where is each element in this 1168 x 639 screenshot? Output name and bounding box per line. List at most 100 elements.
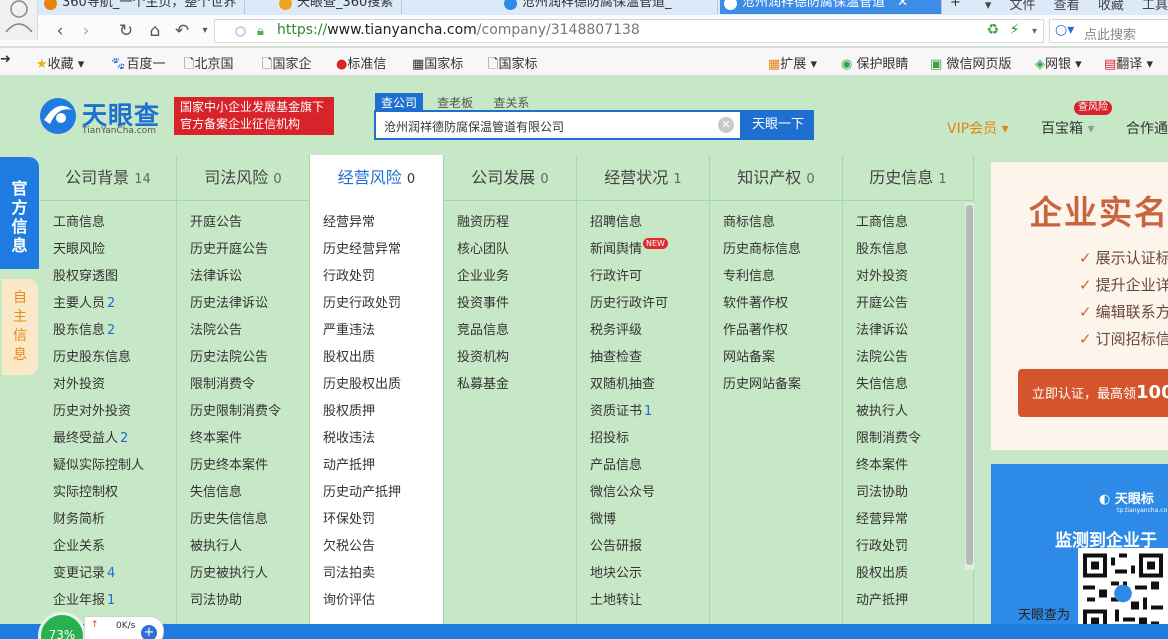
bookmark-item[interactable]: ▦国家标 (412, 53, 463, 72)
menu-item-link[interactable]: 历史股东信息 (53, 344, 176, 371)
menu-item-link[interactable]: 历史经营异常 (323, 236, 443, 263)
menu-item-link[interactable]: 财务简析 (53, 506, 176, 533)
menu-item-link[interactable]: 失信信息 (190, 479, 309, 506)
chevron-down-icon[interactable]: ▾ (985, 0, 992, 13)
menu-item-link[interactable]: 核心团队 (457, 236, 576, 263)
menu-item-link[interactable]: 产品信息 (590, 452, 709, 479)
chevron-down-icon[interactable]: ▾ (1032, 26, 1037, 37)
home-icon[interactable]: ⌂ (145, 21, 165, 41)
menu-item-link[interactable]: 股权质押 (323, 398, 443, 425)
verify-now-button[interactable]: 立即认证，最高领100 (1018, 369, 1168, 417)
menu-item-link[interactable]: 微信公众号 (590, 479, 709, 506)
menu-item-link[interactable]: 竞品信息 (457, 317, 576, 344)
menu-item-link[interactable]: 司法拍卖 (323, 560, 443, 587)
menu-item-link[interactable]: 税收违法 (323, 425, 443, 452)
arrow-right-icon[interactable]: ➜ (0, 52, 11, 67)
menu-view[interactable]: 查看 (1054, 0, 1080, 13)
bookmark-item[interactable]: 🐾︎百度一 (110, 53, 166, 72)
bookmark-eye-care[interactable]: ◉ 保护眼睛 (841, 53, 909, 72)
menu-item-link[interactable]: 新闻舆情 NEW (590, 236, 709, 263)
menu-item-link[interactable]: 历史行政许可 (590, 290, 709, 317)
chevron-down-icon[interactable]: ▾ (195, 21, 215, 41)
menu-item-link[interactable]: 行政处罚 (856, 533, 973, 560)
risk-badge[interactable]: 查风险 (1074, 101, 1112, 115)
undo-icon[interactable]: ↶ (172, 21, 192, 41)
menu-item-link[interactable]: 商标信息 (723, 209, 842, 236)
menu-item-link[interactable]: 终本案件 (190, 425, 309, 452)
add-icon[interactable]: + (141, 625, 157, 639)
menu-item-link[interactable]: 双随机抽查 (590, 371, 709, 398)
menu-item-link[interactable]: 对外投资 (856, 263, 973, 290)
menu-item-link[interactable]: 严重违法 (323, 317, 443, 344)
menu-item-link[interactable]: 抽查检查 (590, 344, 709, 371)
menu-item-link[interactable]: 历史商标信息 (723, 236, 842, 263)
category-header[interactable]: 公司背景 14 (40, 155, 176, 201)
menu-item-link[interactable]: 股权出质 (856, 560, 973, 587)
verification-ad[interactable]: 企业实名 展示认证标 提升企业详 编辑联系方 订阅招标信 立即认证，最高领100 (991, 162, 1168, 450)
clear-icon[interactable]: ✕ (718, 117, 734, 133)
menu-item-link[interactable]: 企业年报 1 (53, 587, 176, 614)
menu-item-link[interactable]: 历史限制消费令 (190, 398, 309, 425)
menu-item-link[interactable]: 企业业务 (457, 263, 576, 290)
menu-item-link[interactable]: 历史行政处罚 (323, 290, 443, 317)
menu-item-link[interactable]: 股东信息 2 (53, 317, 176, 344)
menu-favorites[interactable]: 收藏 (1098, 0, 1124, 13)
menu-item-link[interactable]: 开庭公告 (190, 209, 309, 236)
menu-item-link[interactable]: 工商信息 (856, 209, 973, 236)
bookmark-extensions[interactable]: ▦扩展 ▾ (768, 53, 817, 72)
browser-tab-active[interactable]: 沧州润祥德防腐保温管道 ✕ (720, 0, 942, 14)
category-header[interactable]: 历史信息 1 (843, 155, 973, 201)
menu-item-link[interactable]: 股权出质 (323, 344, 443, 371)
menu-item-link[interactable]: 投资事件 (457, 290, 576, 317)
menu-item-link[interactable]: 司法协助 (190, 587, 309, 614)
menu-item-link[interactable]: 被执行人 (856, 398, 973, 425)
bookmark-item[interactable]: 🗋︎国家标 (488, 53, 537, 75)
address-bar[interactable]: 🔒︎ https://www.tianyancha.com/company/31… (214, 19, 1044, 43)
menu-item-link[interactable]: 变更记录 4 (53, 560, 176, 587)
recycle-icon[interactable]: ♻ (987, 22, 1000, 38)
menu-item-link[interactable]: 土地转让 (590, 587, 709, 614)
menu-item-link[interactable]: 工商信息 (53, 209, 176, 236)
menu-item-link[interactable]: 作品著作权 (723, 317, 842, 344)
user-avatar[interactable] (0, 0, 38, 40)
menu-item-link[interactable]: 司法协助 (856, 479, 973, 506)
menu-item-link[interactable]: 历史网站备案 (723, 371, 842, 398)
menu-item-link[interactable]: 最终受益人 2 (53, 425, 176, 452)
browser-search-box[interactable]: ○▾ 点此搜索 (1049, 19, 1168, 43)
category-header[interactable]: 司法风险 0 (177, 155, 309, 201)
menu-item-link[interactable]: 被执行人 (190, 533, 309, 560)
menu-item-link[interactable]: 地块公示 (590, 560, 709, 587)
menu-item-link[interactable]: 失信信息 (856, 371, 973, 398)
new-tab-button[interactable]: + (944, 0, 969, 14)
category-header[interactable]: 知识产权 0 (710, 155, 842, 201)
refresh-icon[interactable]: ↻ (116, 21, 136, 41)
menu-item-link[interactable]: 投资机构 (457, 344, 576, 371)
menu-item-link[interactable]: 专利信息 (723, 263, 842, 290)
menu-item-link[interactable]: 天眼风险 (53, 236, 176, 263)
menu-item-link[interactable]: 历史法律诉讼 (190, 290, 309, 317)
menu-item-link[interactable]: 行政许可 (590, 263, 709, 290)
category-header[interactable]: 经营状况 1 (577, 155, 709, 201)
company-search-input[interactable]: 沧州润祥德防腐保温管道有限公司 ✕ (374, 110, 742, 140)
toolbox-menu[interactable]: 百宝箱 ▾ (1041, 118, 1094, 138)
menu-item-link[interactable]: 主要人员 2 (53, 290, 176, 317)
bookmark-item[interactable]: 🗋︎北京国 (184, 53, 233, 75)
menu-item-link[interactable]: 税务评级 (590, 317, 709, 344)
menu-item-link[interactable]: 限制消费令 (856, 425, 973, 452)
bookmark-bank[interactable]: ◈网银 ▾ (1035, 53, 1082, 72)
menu-item-link[interactable]: 动产抵押 (323, 452, 443, 479)
network-speed-widget[interactable]: ↑ 0K/s + (84, 616, 164, 639)
category-header[interactable]: 经营风险 0 (310, 155, 443, 201)
search-button[interactable]: 天眼一下 (742, 110, 814, 140)
menu-item-link[interactable]: 经营异常 (323, 209, 443, 236)
menu-item-link[interactable]: 限制消费令 (190, 371, 309, 398)
forward-button[interactable]: › (76, 21, 96, 41)
menu-item-link[interactable]: 历史对外投资 (53, 398, 176, 425)
menu-item-link[interactable]: 法院公告 (856, 344, 973, 371)
menu-item-link[interactable]: 经营异常 (856, 506, 973, 533)
browser-tab[interactable]: 沧州润祥德防腐保温管道_ (500, 0, 718, 14)
menu-item-link[interactable]: 历史动产抵押 (323, 479, 443, 506)
menu-item-link[interactable]: 疑似实际控制人 (53, 452, 176, 479)
menu-item-link[interactable]: 历史股权出质 (323, 371, 443, 398)
menu-tools[interactable]: 工具 (1142, 0, 1168, 13)
